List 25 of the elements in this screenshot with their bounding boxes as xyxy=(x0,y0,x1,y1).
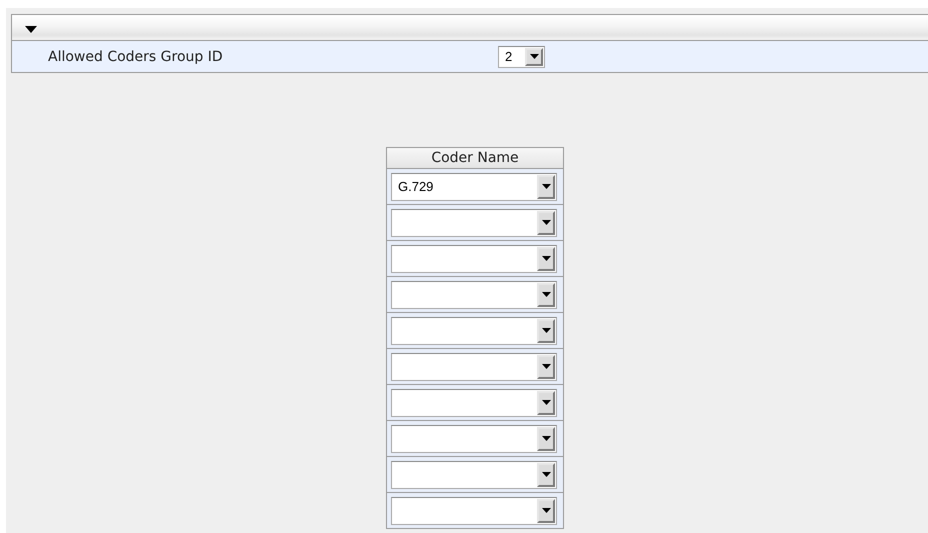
caret-icon xyxy=(542,292,550,297)
collapse-arrow-icon[interactable] xyxy=(25,26,37,33)
caret-icon xyxy=(542,328,550,333)
caret-icon xyxy=(542,400,550,405)
coder-dropdown[interactable] xyxy=(391,316,557,344)
coder-dropdown[interactable] xyxy=(391,388,557,416)
coder-dropdown[interactable] xyxy=(391,352,557,380)
coder-dropdown[interactable]: G.729 xyxy=(391,172,557,200)
coder-dropdown[interactable] xyxy=(391,208,557,236)
caret-icon xyxy=(542,472,550,477)
caret-icon xyxy=(542,220,550,225)
group-id-dropdown[interactable]: 2 xyxy=(498,46,545,68)
caret-icon xyxy=(542,436,550,441)
coder-dropdown[interactable] xyxy=(391,280,557,308)
caret-icon xyxy=(542,364,550,369)
coder-dropdown[interactable] xyxy=(391,460,557,488)
column-header: Coder Name xyxy=(387,148,563,169)
caret-icon xyxy=(542,256,550,261)
coder-dropdown[interactable] xyxy=(391,496,557,524)
caret-icon xyxy=(542,184,550,189)
field-label: Allowed Coders Group ID xyxy=(47,48,224,64)
caret-icon xyxy=(542,508,550,513)
caret-icon xyxy=(530,54,538,59)
coder-dropdown[interactable] xyxy=(391,424,557,452)
coder-dropdown[interactable] xyxy=(391,244,557,272)
